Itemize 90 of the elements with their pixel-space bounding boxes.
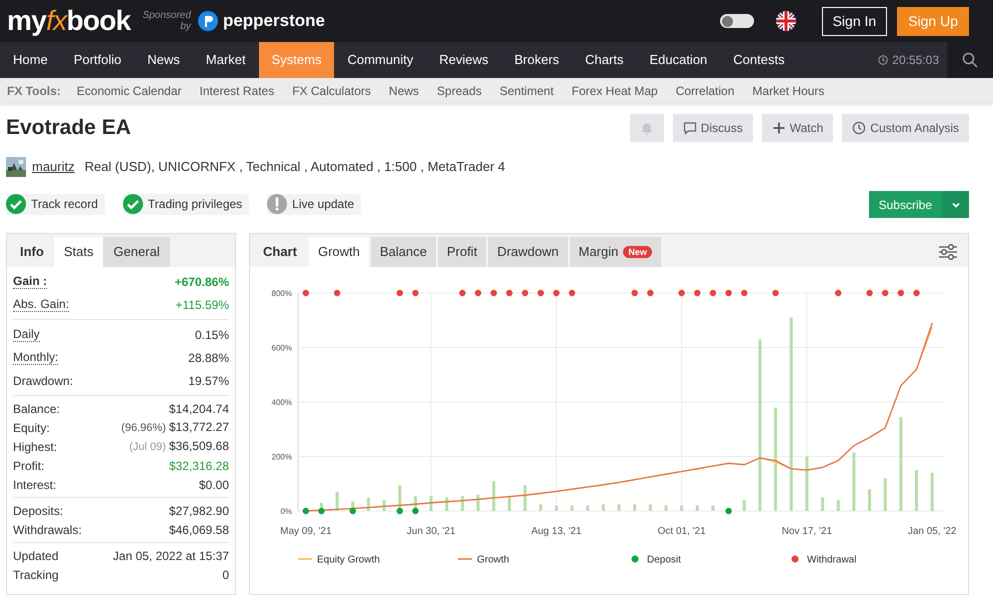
- legend-label: Growth: [477, 554, 510, 566]
- stat-label: Interest:: [13, 476, 56, 494]
- tools-label: FX Tools:: [7, 82, 61, 100]
- account-details: Real (USD), UNICORNFX , Technical , Automated , 1:500 , MetaTrader 4: [84, 158, 506, 176]
- tools-link[interactable]: FX Calculators: [292, 82, 371, 100]
- stat-label: Gain :: [13, 274, 48, 288]
- stat-label: Equity:: [13, 420, 50, 436]
- tools-link[interactable]: News: [388, 82, 419, 100]
- axis-label: Oct 01, '21: [658, 526, 706, 537]
- stat-label: Deposits:: [13, 502, 64, 520]
- stat-value: $13,772.27: [168, 419, 229, 436]
- stat-value: $14,204.74: [168, 400, 229, 418]
- stat-label: Withdrawals:: [13, 522, 82, 538]
- stat-note: (96.96%): [121, 421, 166, 436]
- stat-value: $32,316.28: [168, 458, 229, 474]
- chart-tab[interactable]: Growth: [308, 237, 369, 267]
- stat-label: Updated: [13, 548, 58, 564]
- tools-link[interactable]: Forex Heat Map: [572, 82, 658, 100]
- stat-value: Jan 05, 2022 at 15:37: [112, 548, 229, 564]
- nav-item[interactable]: Community: [334, 42, 426, 78]
- stat-value: 0: [222, 566, 229, 584]
- nav-item[interactable]: Education: [636, 42, 720, 78]
- stat-label: Monthly:: [13, 350, 58, 364]
- axis-label: Nov 17, '21: [782, 526, 832, 537]
- axis-label: Jun 30, '21: [406, 526, 456, 537]
- panel-tab[interactable]: General: [103, 237, 170, 267]
- clock-time: 20:55:03: [892, 52, 939, 69]
- analysis-button[interactable]: Custom Analysis: [842, 114, 969, 142]
- tools-link[interactable]: Correlation: [676, 82, 734, 100]
- watch-button[interactable]: Watch: [762, 114, 834, 142]
- stat-value: 28.88%: [188, 350, 229, 366]
- site-logo[interactable]: myfxbook: [7, 7, 131, 35]
- sign-in-button[interactable]: Sign In: [822, 6, 888, 36]
- tools-link[interactable]: Market Hours: [752, 82, 824, 100]
- nav-item[interactable]: Market: [192, 42, 259, 78]
- panel-tab[interactable]: Stats: [54, 237, 104, 267]
- stat-label: Highest:: [13, 438, 58, 456]
- stat-value: 0.15%: [194, 326, 229, 344]
- tools-link[interactable]: Sentiment: [500, 82, 554, 100]
- stat-label: Abs. Gain:: [13, 298, 70, 312]
- legend-label: Equity Growth: [317, 554, 380, 566]
- nav-item[interactable]: Reviews: [426, 42, 502, 78]
- nav-item[interactable]: Home: [0, 42, 61, 78]
- sponsor-text: Sponsored: [142, 10, 191, 21]
- stat-label: Profit:: [13, 458, 44, 474]
- stat-label: Balance:: [13, 400, 60, 418]
- stat-label: Daily: [13, 328, 40, 342]
- system-title: Evotrade EA: [6, 115, 131, 142]
- tools-link[interactable]: Spreads: [436, 82, 482, 100]
- stat-value: +115.59%: [176, 296, 229, 314]
- tools-link[interactable]: Economic Calendar: [76, 82, 182, 100]
- legend-label: Deposit: [647, 554, 681, 566]
- chart-heading: Chart: [262, 243, 298, 262]
- sponsor-name[interactable]: pepperstone: [222, 8, 325, 34]
- chart-tab[interactable]: Drawdown: [488, 237, 568, 267]
- chart-tab[interactable]: Balance: [370, 237, 436, 267]
- axis-label: May 09, '21: [280, 526, 332, 537]
- chart-tab[interactable]: Profit: [438, 237, 486, 267]
- nav-item[interactable]: Charts: [572, 42, 636, 78]
- axis-label: Jan 05, '22: [908, 526, 956, 537]
- nav-item[interactable]: Brokers: [501, 42, 572, 78]
- discuss-button[interactable]: Discuss: [672, 114, 753, 142]
- stat-note: (Jul 09): [129, 440, 166, 456]
- stat-value: $27,982.90: [168, 502, 229, 520]
- axis-label: 800%: [272, 289, 292, 298]
- chart-tab[interactable]: Margin New: [570, 237, 661, 267]
- nav-item[interactable]: Contests: [720, 42, 798, 78]
- nav-item[interactable]: News: [134, 42, 193, 78]
- axis-label: 600%: [272, 344, 292, 352]
- new-badge: New: [623, 246, 652, 258]
- stat-value: $46,069.58: [168, 522, 229, 538]
- status-badge: Track record: [6, 194, 105, 214]
- axis-label: 400%: [272, 398, 292, 407]
- stat-label: Drawdown:: [13, 372, 74, 390]
- status-badge: Live update: [267, 194, 362, 214]
- tools-link[interactable]: Interest Rates: [200, 82, 274, 100]
- panel-tab[interactable]: Info: [10, 237, 54, 267]
- axis-label: 0%: [280, 507, 292, 516]
- status-badge: Trading privileges: [122, 194, 250, 214]
- nav-item[interactable]: Portfolio: [60, 42, 134, 78]
- owner-link[interactable]: mauritz: [32, 157, 75, 177]
- stat-value: $36,509.68: [168, 438, 229, 456]
- axis-label: 200%: [272, 452, 292, 462]
- axis-label: Aug 13, '21: [531, 526, 582, 537]
- stat-value: +670.86%: [174, 274, 229, 290]
- stat-value: $0.00: [198, 476, 229, 494]
- stat-value: 19.57%: [188, 372, 229, 390]
- sponsor-text: by: [180, 21, 191, 32]
- stat-label: Tracking: [13, 566, 59, 584]
- legend-label: Withdrawal: [807, 554, 856, 566]
